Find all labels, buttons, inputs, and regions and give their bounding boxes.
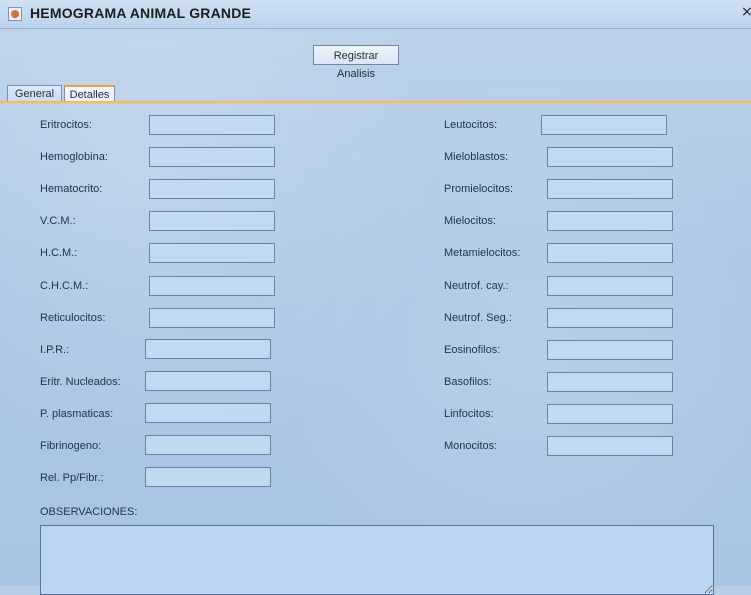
label-mielocitos: Mielocitos: [444,215,496,227]
label-mieloblastos: Mieloblastos: [444,151,509,163]
label-p-plasmaticas: P. plasmaticas: [40,408,114,420]
label-basofilos: Basofilos: [444,376,492,388]
metamielocitos-field[interactable] [547,243,673,263]
label-eosinofilos: Eosinofilos: [444,344,501,356]
eritrocitos-field[interactable] [149,115,275,135]
mieloblastos-field[interactable] [547,147,673,167]
label-chcm: C.H.C.M.: [40,280,89,292]
close-icon[interactable]: × [741,4,751,20]
chcm-field[interactable] [149,276,275,296]
reticulocitos-field[interactable] [149,308,275,328]
label-fibrinogeno: Fibrinogeno: [40,440,102,452]
label-neutrof-seg: Neutrof. Seg.: [444,312,512,324]
eritr-nucleados-field[interactable] [145,371,271,391]
label-eritr-nucleados: Eritr. Nucleados: [40,376,121,388]
observaciones-textarea[interactable] [40,525,714,595]
label-leutocitos: Leutocitos: [444,119,498,131]
label-hematocrito: Hematocrito: [40,183,103,195]
label-eritrocitos: Eritrocitos: [40,119,92,131]
label-hemoglobina: Hemoglobina: [40,151,108,163]
monocitos-field[interactable] [547,436,673,456]
label-observaciones: OBSERVACIONES: [40,506,138,518]
rel-pp-fibr-field[interactable] [145,467,271,487]
eosinofilos-field[interactable] [547,340,673,360]
app-icon [8,7,22,21]
vcm-field[interactable] [149,211,275,231]
label-reticulocitos: Reticulocitos: [40,312,106,324]
registrar-analisis-button[interactable]: Registrar Analisis [313,45,399,80]
title-bar: HEMOGRAMA ANIMAL GRANDE × [0,0,751,29]
p-plasmaticas-field[interactable] [145,403,271,423]
label-metamielocitos: Metamielocitos: [444,247,521,259]
label-ipr: I.P.R.: [40,344,70,356]
label-linfocitos: Linfocitos: [444,408,494,420]
promielocitos-field[interactable] [547,179,673,199]
label-monocitos: Monocitos: [444,440,498,452]
basofilos-field[interactable] [547,372,673,392]
label-rel-pp-fibr: Rel. Pp/Fibr.: [40,472,104,484]
hcm-field[interactable] [149,243,275,263]
ipr-field[interactable] [145,339,271,359]
label-hcm: H.C.M.: [40,247,78,259]
neutrof-seg-field[interactable] [547,308,673,328]
label-neutrof-cay: Neutrof. cay.: [444,280,509,292]
neutrof-cay-field[interactable] [547,276,673,296]
hemoglobina-field[interactable] [149,147,275,167]
mielocitos-field[interactable] [547,211,673,231]
leutocitos-field[interactable] [541,115,667,135]
tab-underline [0,101,751,104]
label-vcm: V.C.M.: [40,215,76,227]
hematocrito-field[interactable] [149,179,275,199]
hemograma-window: HEMOGRAMA ANIMAL GRANDE × Registrar Anal… [0,0,751,595]
fibrinogeno-field[interactable] [145,435,271,455]
label-promielocitos: Promielocitos: [444,183,514,195]
linfocitos-field[interactable] [547,404,673,424]
window-title: HEMOGRAMA ANIMAL GRANDE [30,5,252,21]
